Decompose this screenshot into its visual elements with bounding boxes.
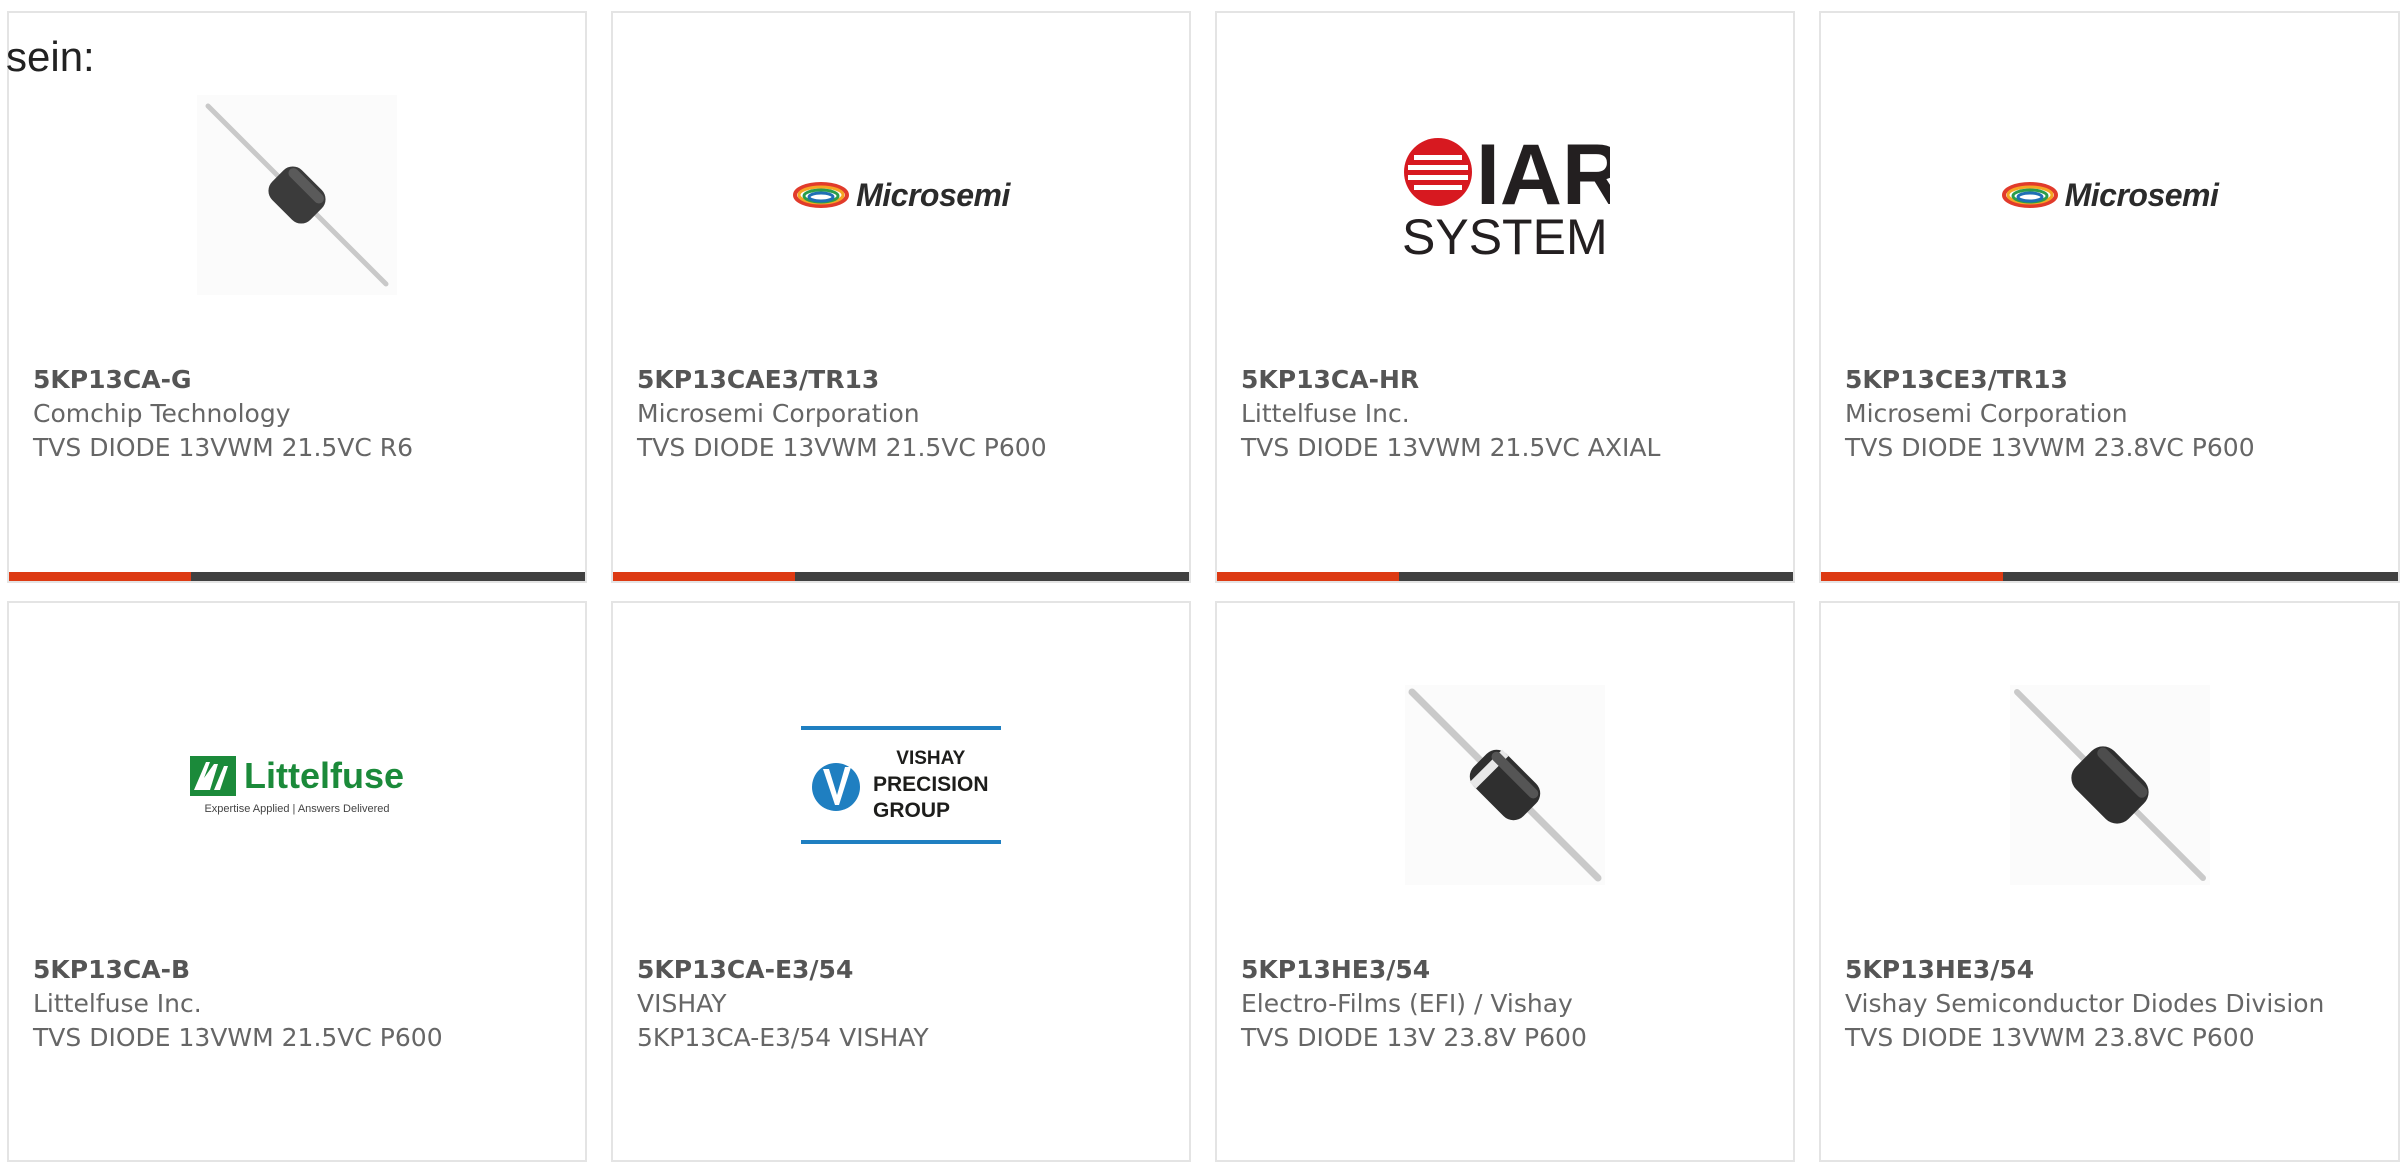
vishay-precision-group-logo: VISHAY PRECISION GROUP bbox=[801, 726, 1001, 844]
product-description: TVS DIODE 13VWM 21.5VC P600 bbox=[33, 1023, 443, 1052]
product-image[interactable] bbox=[9, 75, 585, 315]
littelfuse-logo: Littelfuse Expertise Applied | Answers D… bbox=[189, 755, 404, 815]
manufacturer-name: VISHAY bbox=[637, 989, 727, 1018]
vishay-v-icon bbox=[812, 763, 860, 811]
product-description: TVS DIODE 13VWM 21.5VC P600 bbox=[637, 433, 1047, 462]
product-image[interactable] bbox=[1821, 665, 2398, 905]
manufacturer-name: Microsemi Corporation bbox=[1845, 399, 2128, 428]
lead-text: sein: bbox=[6, 33, 95, 80]
littelfuse-logo-tagline: Expertise Applied | Answers Delivered bbox=[204, 803, 390, 815]
littelfuse-mark-icon bbox=[189, 756, 236, 796]
microsemi-swirl-icon bbox=[2001, 182, 2058, 208]
product-card[interactable]: Microsemi 5KP13CE3/TR13 Microsemi Corpor… bbox=[1819, 11, 2400, 583]
microsemi-swirl-icon bbox=[793, 182, 850, 208]
part-number[interactable]: 5KP13CE3/TR13 bbox=[1845, 363, 2378, 397]
product-card[interactable]: VISHAY PRECISION GROUP 5KP13CA-E3/54 VIS… bbox=[611, 601, 1191, 1162]
vishay-logo-line-1: VISHAY bbox=[896, 748, 966, 769]
product-description: TVS DIODE 13VWM 21.5VC AXIAL bbox=[1241, 433, 1661, 462]
axial-diode-image bbox=[2009, 685, 2210, 885]
card-progress-bar bbox=[1821, 572, 2398, 581]
product-card[interactable]: 5KP13HE3/54 Vishay Semiconductor Diodes … bbox=[1819, 601, 2400, 1162]
product-description: TVS DIODE 13VWM 21.5VC R6 bbox=[33, 433, 414, 462]
part-number[interactable]: 5KP13HE3/54 bbox=[1241, 953, 1773, 987]
card-progress-bar bbox=[1217, 572, 1793, 581]
part-number[interactable]: 5KP13CA-B bbox=[33, 953, 565, 987]
product-description: TVS DIODE 13V 23.8V P600 bbox=[1241, 1023, 1587, 1052]
part-number[interactable]: 5KP13HE3/54 bbox=[1845, 953, 2378, 987]
part-number[interactable]: 5KP13CAE3/TR13 bbox=[637, 363, 1169, 397]
card-progress-bar bbox=[613, 572, 1189, 581]
product-image[interactable]: Microsemi bbox=[1821, 75, 2398, 315]
vishay-logo-line-3: GROUP bbox=[873, 799, 951, 822]
product-image[interactable]: Littelfuse Expertise Applied | Answers D… bbox=[9, 665, 585, 905]
product-card[interactable]: 5KP13HE3/54 Electro-Films (EFI) / Vishay… bbox=[1215, 601, 1795, 1162]
littelfuse-logo-text: Littelfuse bbox=[243, 755, 404, 796]
card-progress-bar bbox=[9, 572, 585, 581]
axial-diode-banded-image bbox=[1405, 685, 1605, 885]
microsemi-logo-text: Microsemi bbox=[2064, 176, 2219, 213]
manufacturer-name: Littelfuse Inc. bbox=[33, 989, 202, 1018]
manufacturer-name: Vishay Semiconductor Diodes Division bbox=[1845, 989, 2325, 1018]
product-card[interactable]: 5KP13CA-G Comchip Technology TVS DIODE 1… bbox=[7, 11, 587, 583]
product-image[interactable] bbox=[1217, 665, 1793, 905]
product-description: TVS DIODE 13VWM 23.8VC P600 bbox=[1845, 433, 2255, 462]
product-description: TVS DIODE 13VWM 23.8VC P600 bbox=[1845, 1023, 2255, 1052]
iar-logo-subtext: SYSTEMS bbox=[1402, 209, 1610, 260]
axial-diode-image bbox=[197, 95, 397, 295]
microsemi-logo: Microsemi bbox=[792, 177, 1010, 214]
manufacturer-name: Microsemi Corporation bbox=[637, 399, 920, 428]
manufacturer-name: Electro-Films (EFI) / Vishay bbox=[1241, 989, 1573, 1018]
product-card[interactable]: Microsemi 5KP13CAE3/TR13 Microsemi Corpo… bbox=[611, 11, 1191, 583]
product-card[interactable]: Littelfuse Expertise Applied | Answers D… bbox=[7, 601, 587, 1162]
part-number[interactable]: 5KP13CA-E3/54 bbox=[637, 953, 1169, 987]
product-image[interactable]: Microsemi bbox=[613, 75, 1189, 315]
part-number[interactable]: 5KP13CA-HR bbox=[1241, 363, 1773, 397]
product-image[interactable]: IAR SYSTEMS bbox=[1217, 75, 1793, 315]
microsemi-logo: Microsemi bbox=[2001, 177, 2219, 214]
iar-systems-logo: IAR SYSTEMS bbox=[1402, 130, 1610, 260]
microsemi-logo-text: Microsemi bbox=[856, 176, 1010, 213]
product-description: 5KP13CA-E3/54 VISHAY bbox=[637, 1023, 929, 1052]
manufacturer-name: Comchip Technology bbox=[33, 399, 291, 428]
product-card[interactable]: IAR SYSTEMS 5KP13CA-HR Littelfuse Inc. T… bbox=[1215, 11, 1795, 583]
product-image[interactable]: VISHAY PRECISION GROUP bbox=[613, 665, 1189, 905]
vishay-logo-line-2: PRECISION bbox=[873, 773, 989, 796]
manufacturer-name: Littelfuse Inc. bbox=[1241, 399, 1410, 428]
part-number[interactable]: 5KP13CA-G bbox=[33, 363, 565, 397]
